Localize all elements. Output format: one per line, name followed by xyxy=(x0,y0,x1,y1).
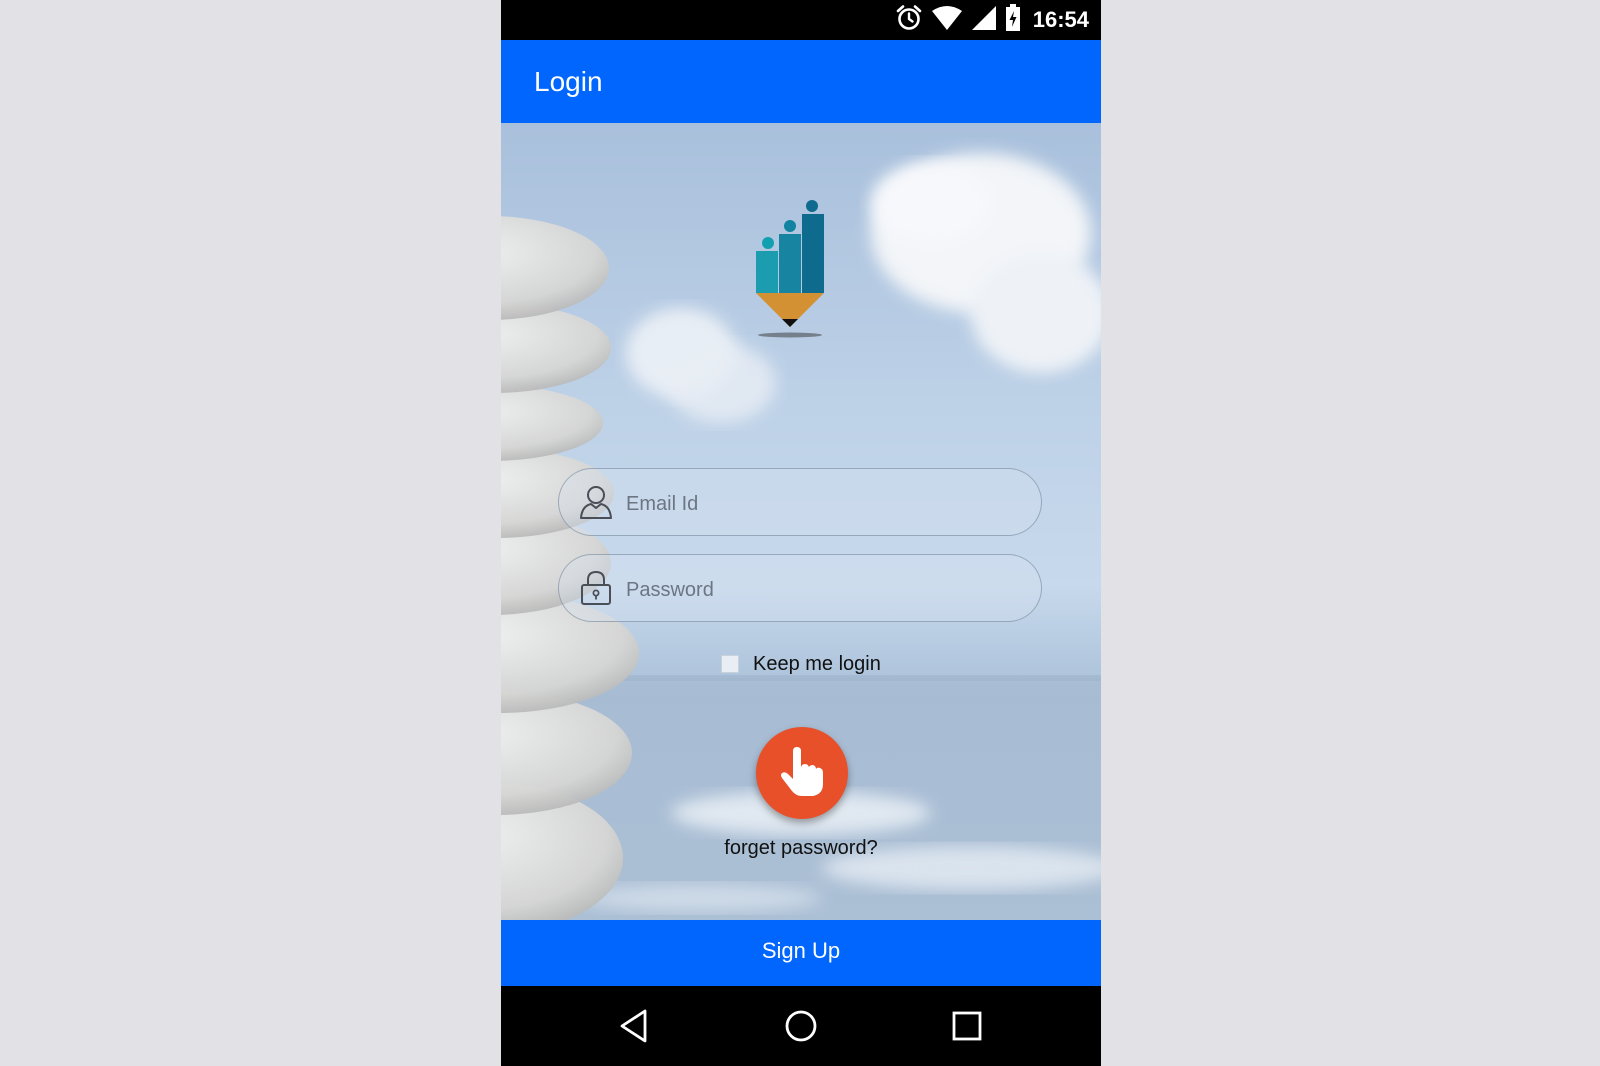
password-field xyxy=(558,554,1042,622)
recents-icon[interactable] xyxy=(947,1006,987,1046)
status-time: 16:54 xyxy=(1032,7,1089,32)
page-title: Login xyxy=(534,66,603,97)
email-field xyxy=(558,468,1042,536)
phone-screen: 16:54 Login Email Id Keep me login forge… xyxy=(501,0,1101,1066)
navigation-bar xyxy=(501,986,1101,1066)
battery-icon xyxy=(1005,3,1021,37)
back-icon[interactable] xyxy=(615,1006,655,1046)
keep-login-row[interactable]: Keep me login xyxy=(721,651,881,677)
keep-login-checkbox[interactable] xyxy=(721,655,739,673)
status-icons: 16:54 xyxy=(895,3,1089,37)
status-bar: 16:54 xyxy=(501,0,1101,40)
user-icon xyxy=(579,484,613,520)
wifi-icon xyxy=(931,5,963,36)
lock-icon xyxy=(579,570,613,606)
home-icon[interactable] xyxy=(781,1006,821,1046)
app-bar: Login xyxy=(501,40,1101,123)
login-content: Keep me login forget password? xyxy=(501,123,1101,920)
keep-login-label[interactable]: Keep me login xyxy=(753,653,881,676)
signup-button[interactable]: Sign Up xyxy=(501,920,1101,986)
login-button[interactable] xyxy=(756,727,848,819)
hand-pointer-icon xyxy=(781,747,823,796)
app-logo xyxy=(756,198,836,348)
alarm-icon xyxy=(895,4,923,37)
password-input[interactable] xyxy=(624,569,1018,611)
email-input[interactable] xyxy=(624,483,1018,525)
forgot-password-link[interactable]: forget password? xyxy=(501,837,1101,860)
signup-label: Sign Up xyxy=(761,938,841,963)
signal-icon xyxy=(971,5,997,36)
